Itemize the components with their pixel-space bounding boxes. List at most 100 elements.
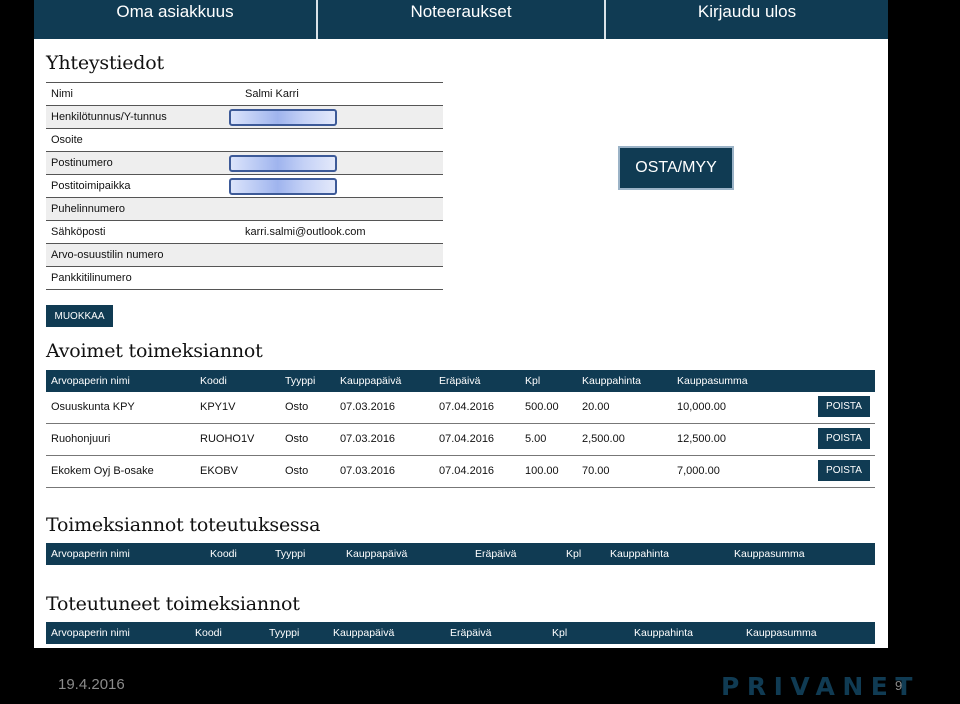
cell-total: 12,500.00 [677,433,726,445]
contact-row-name: Nimi Salmi Karri [46,82,443,106]
cell-due-date: 07.04.2016 [439,401,495,413]
column-header: Eräpäivä [450,627,492,639]
contact-value: Salmi Karri [240,82,443,106]
contact-value [240,197,443,221]
contact-label: Henkilötunnus/Y-tunnus [46,105,240,129]
nav-noteeraukset[interactable]: Noteeraukset [318,0,604,39]
column-header: Kpl [566,548,582,560]
contact-row-phone: Puhelinnumero [46,197,443,221]
page-number: 9 [895,678,903,693]
contact-row-id: Henkilötunnus/Y-tunnus [46,105,443,129]
table-row: Ekokem Oyj B-osake EKOBV Osto 07.03.2016… [46,456,875,488]
cell-type: Osto [285,433,309,445]
cell-type: Osto [285,401,309,413]
contact-value [229,105,443,129]
column-header: Kauppasumma [734,548,805,560]
contact-label: Arvo-osuustilin numero [46,243,240,267]
slide: Oma asiakkuus Noteeraukset Kirjaudu ulos… [34,0,888,648]
contact-value [229,174,443,198]
cell-due-date: 07.04.2016 [439,433,495,445]
column-header: Koodi [200,375,227,387]
open-orders-header: Arvopaperin nimi Koodi Tyyppi Kauppapäiv… [46,370,875,392]
privanet-logo: PRIVANET [721,672,920,701]
column-header: Arvopaperin nimi [51,627,130,639]
column-header: Kauppasumma [746,627,817,639]
pending-orders-heading: Toimeksiannot toteutuksessa [46,514,321,536]
column-header: Kpl [552,627,568,639]
cell-price: 2,500.00 [582,433,625,445]
cell-total: 10,000.00 [677,401,726,413]
contact-row-postcode: Postinumero [46,151,443,175]
column-header: Tyyppi [269,627,300,639]
delete-button[interactable]: POISTA [818,428,870,449]
column-header: Kauppapäivä [340,375,402,387]
column-header: Koodi [195,627,222,639]
contact-row-address: Osoite [46,128,443,152]
redacted-field [229,108,337,126]
contact-value [240,243,443,267]
cell-code: EKOBV [200,465,238,477]
contact-label: Puhelinnumero [46,197,240,221]
column-header: Kauppahinta [634,627,693,639]
delete-button[interactable]: POISTA [818,460,870,481]
completed-orders-heading: Toteutuneet toimeksiannot [46,593,300,615]
top-navigation: Oma asiakkuus Noteeraukset Kirjaudu ulos [34,0,888,39]
contact-label: Pankkitilinumero [46,266,240,290]
cell-type: Osto [285,465,309,477]
column-header: Kpl [525,375,541,387]
column-header: Kauppapäivä [346,548,408,560]
cell-trade-date: 07.03.2016 [340,401,396,413]
completed-orders-header: Arvopaperin nimi Koodi Tyyppi Kauppapäiv… [46,622,875,644]
column-header: Eräpäivä [439,375,481,387]
column-header: Tyyppi [275,548,306,560]
open-orders-heading: Avoimet toimeksiannot [46,340,263,362]
column-header: Kauppahinta [610,548,669,560]
contact-row-city: Postitoimipaikka [46,174,443,198]
cell-trade-date: 07.03.2016 [340,433,396,445]
table-row: Osuuskunta KPY KPY1V Osto 07.03.2016 07.… [46,392,875,424]
contact-value [240,266,443,290]
nav-oma-asiakkuus[interactable]: Oma asiakkuus [34,0,316,39]
cell-name: Osuuskunta KPY [51,401,135,413]
contact-value: karri.salmi@outlook.com [240,220,443,244]
cell-price: 20.00 [582,401,610,413]
contact-label: Postinumero [46,151,240,175]
cell-quantity: 100.00 [525,465,559,477]
cell-total: 7,000.00 [677,465,720,477]
edit-button[interactable]: MUOKKAA [46,305,113,327]
redacted-field [229,177,337,195]
contact-label: Sähköposti [46,220,240,244]
footer-date: 19.4.2016 [58,676,125,693]
delete-button[interactable]: POISTA [818,396,870,417]
cell-price: 70.00 [582,465,610,477]
contact-table: Nimi Salmi Karri Henkilötunnus/Y-tunnus … [46,82,443,290]
contact-label: Osoite [46,128,240,152]
pending-orders-header: Arvopaperin nimi Koodi Tyyppi Kauppapäiv… [46,543,875,565]
contact-value [229,151,443,175]
contact-row-bank: Pankkitilinumero [46,266,443,290]
cell-due-date: 07.04.2016 [439,465,495,477]
cell-code: RUOHO1V [200,433,255,445]
column-header: Koodi [210,548,237,560]
cell-trade-date: 07.03.2016 [340,465,396,477]
cell-name: Ekokem Oyj B-osake [51,465,154,477]
column-header: Tyyppi [285,375,316,387]
table-row: Ruohonjuuri RUOHO1V Osto 07.03.2016 07.0… [46,424,875,456]
redacted-field [229,154,337,172]
column-header: Kauppasumma [677,375,748,387]
column-header: Arvopaperin nimi [51,375,130,387]
trade-button[interactable]: OSTA/MYY [620,148,732,188]
column-header: Eräpäivä [475,548,517,560]
nav-kirjaudu-ulos[interactable]: Kirjaudu ulos [606,0,888,39]
cell-code: KPY1V [200,401,236,413]
column-header: Kauppapäivä [333,627,395,639]
cell-name: Ruohonjuuri [51,433,111,445]
cell-quantity: 500.00 [525,401,559,413]
contact-row-email: Sähköposti karri.salmi@outlook.com [46,220,443,244]
contact-row-account: Arvo-osuustilin numero [46,243,443,267]
column-header: Kauppahinta [582,375,641,387]
contact-label: Postitoimipaikka [46,174,240,198]
cell-quantity: 5.00 [525,433,547,445]
column-header: Arvopaperin nimi [51,548,130,560]
contact-label: Nimi [46,82,240,106]
